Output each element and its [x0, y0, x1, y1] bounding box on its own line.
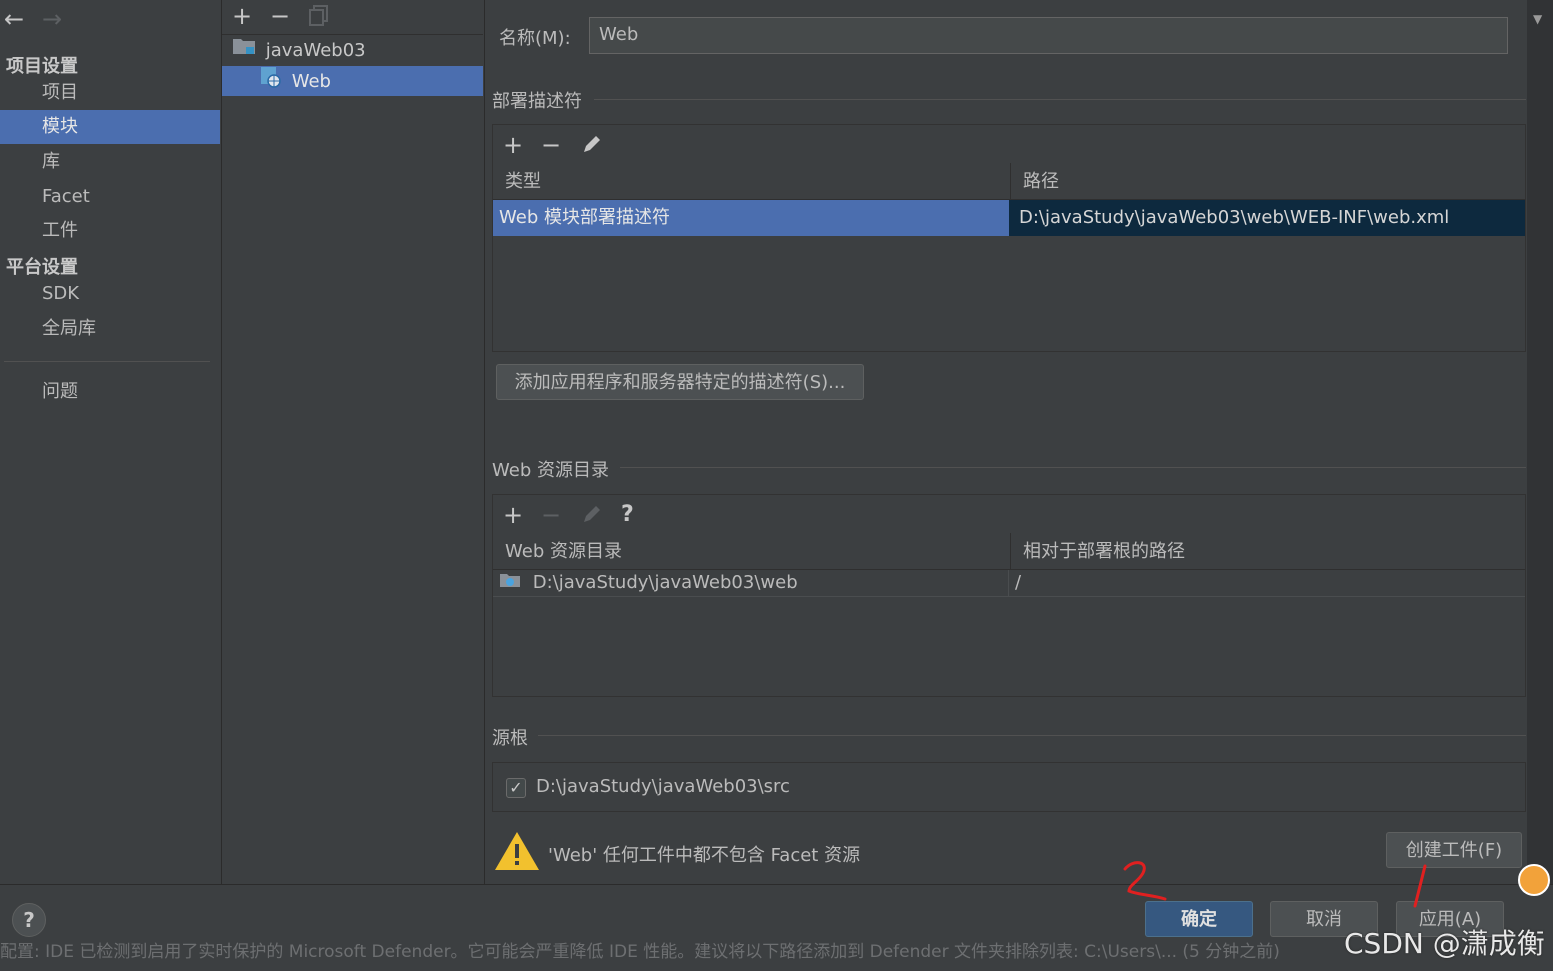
web-resource-section-title: Web 资源目录 — [492, 460, 609, 481]
edit-pencil-icon[interactable] — [581, 133, 603, 159]
nav-section-project-settings: 项目设置 — [6, 56, 78, 77]
section-divider — [620, 467, 1526, 468]
section-divider — [538, 735, 1526, 736]
nav-item-libraries[interactable]: 库 — [0, 145, 220, 179]
name-input[interactable]: Web — [589, 17, 1508, 54]
cell-relative-path[interactable]: / — [1009, 570, 1525, 596]
warning-icon — [494, 830, 540, 877]
web-folder-icon — [499, 570, 521, 596]
tree-item-label: Web — [291, 71, 331, 92]
add-icon[interactable]: + — [503, 133, 523, 157]
column-header-relative-path[interactable]: 相对于部署根的路径 — [1011, 533, 1525, 569]
watermark: CSDN @潇成衡 — [1344, 927, 1545, 960]
nav-item-artifacts[interactable]: 工件 — [0, 214, 220, 248]
column-header-web-resource-dir[interactable]: Web 资源目录 — [493, 533, 1011, 569]
cell-type[interactable]: Web 模块部署描述符 — [493, 200, 1009, 236]
source-root-path: D:\javaStudy\javaWeb03\src — [536, 776, 790, 797]
add-icon[interactable]: + — [503, 503, 523, 527]
column-header-path[interactable]: 路径 — [1011, 163, 1525, 199]
table-toolbar: + − ? — [493, 495, 1525, 534]
module-folder-icon — [232, 36, 256, 66]
nav-item-modules[interactable]: 模块 — [0, 110, 220, 144]
nav-item-sdk[interactable]: SDK — [0, 277, 220, 311]
copy-icon[interactable] — [308, 4, 330, 30]
status-bar: 配置: IDE 已检测到启用了实时保护的 Microsoft Defender。… — [0, 942, 1553, 970]
name-label: 名称(M): — [499, 28, 571, 49]
table-row[interactable]: D:\javaStudy\javaWeb03\web / — [493, 570, 1525, 597]
column-header-type[interactable]: 类型 — [493, 163, 1011, 199]
table-header: 类型 路径 — [493, 163, 1525, 200]
source-roots-section-title: 源根 — [492, 728, 528, 749]
add-icon[interactable]: + — [232, 4, 252, 28]
edit-pencil-icon[interactable] — [581, 503, 603, 529]
web-resource-path: D:\javaStudy\javaWeb03\web — [532, 572, 798, 593]
table-header: Web 资源目录 相对于部署根的路径 — [493, 533, 1525, 570]
help-button[interactable]: ? — [12, 903, 46, 937]
source-root-checkbox[interactable]: ✓ — [506, 778, 526, 798]
section-divider — [594, 99, 1526, 100]
cell-path[interactable]: D:\javaStudy\javaWeb03\web\WEB-INF\web.x… — [1009, 200, 1525, 236]
annotation-number-2 — [1123, 861, 1167, 901]
remove-icon[interactable]: − — [270, 4, 290, 28]
tree-item-web[interactable]: Web — [222, 66, 483, 96]
nav-divider — [4, 361, 210, 362]
tree-toolbar-divider — [222, 34, 483, 35]
web-resource-table: + − ? Web 资源目录 相对于部署根的路径 D:\javaStudy\ja… — [492, 494, 1526, 697]
tree-item-label: javaWeb03 — [265, 40, 366, 61]
remove-icon[interactable]: − — [541, 133, 561, 157]
table-toolbar: + − — [493, 125, 1525, 164]
status-text: 配置: IDE 已检测到启用了实时保护的 Microsoft Defender。… — [0, 942, 1280, 962]
nav-item-problems[interactable]: 问题 — [0, 375, 220, 409]
table-row[interactable]: Web 模块部署描述符 D:\javaStudy\javaWeb03\web\W… — [493, 200, 1525, 236]
remove-icon[interactable]: − — [541, 503, 561, 527]
deploy-descriptors-table: + − 类型 路径 Web 模块部署描述符 D:\javaStudy\javaW… — [492, 124, 1526, 352]
module-tree-panel: + − javaWeb03 Web — [222, 0, 485, 884]
forward-arrow-icon[interactable]: → — [42, 7, 62, 31]
settings-nav: ← → 项目设置 项目 模块 库 Facet 工件 平台设置 SDK 全局库 问… — [0, 0, 222, 884]
help-question-icon[interactable]: ? — [621, 503, 634, 527]
floating-assistant-icon[interactable] — [1518, 864, 1550, 896]
tree-item-javaweb03[interactable]: javaWeb03 — [222, 36, 483, 66]
cell-web-resource-dir[interactable]: D:\javaStudy\javaWeb03\web — [493, 570, 1009, 596]
right-scroll-strip[interactable]: ▼ — [1527, 0, 1553, 884]
nav-item-project[interactable]: 项目 — [0, 76, 220, 110]
back-arrow-icon[interactable]: ← — [4, 7, 24, 31]
annotation-number-1 — [1413, 864, 1427, 908]
add-server-descriptor-button[interactable]: 添加应用程序和服务器特定的描述符(S)... — [496, 364, 864, 400]
nav-section-platform-settings: 平台设置 — [6, 257, 78, 278]
deploy-descriptors-section-title: 部署描述符 — [492, 91, 582, 112]
dropdown-arrow-icon[interactable]: ▼ — [1533, 12, 1542, 26]
nav-item-global-libraries[interactable]: 全局库 — [0, 312, 220, 346]
web-facet-icon — [260, 66, 282, 98]
facet-warning-text: 'Web' 任何工件中都不包含 Facet 资源 — [548, 845, 861, 866]
source-roots-list: ✓ D:\javaStudy\javaWeb03\src — [492, 762, 1526, 812]
nav-item-facet[interactable]: Facet — [0, 180, 220, 214]
